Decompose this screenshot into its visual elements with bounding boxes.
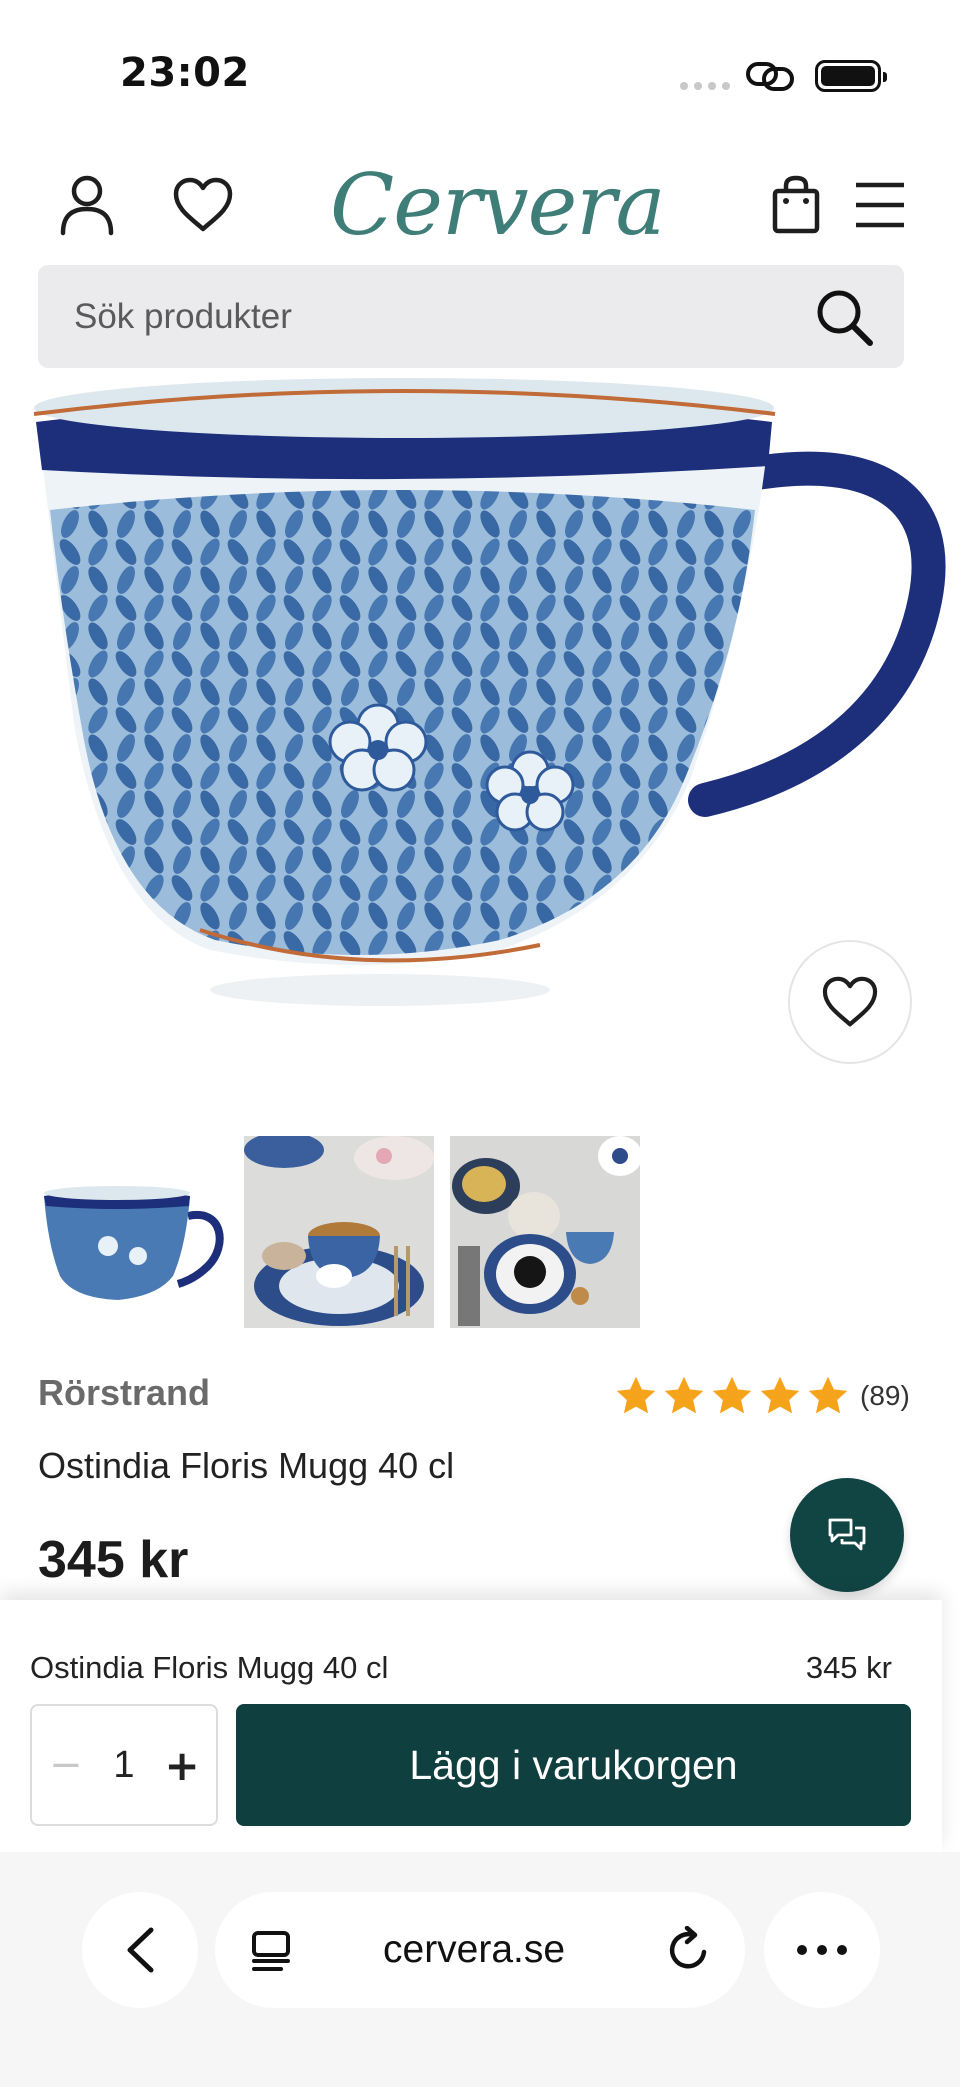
tabs-icon[interactable] — [251, 1930, 291, 1972]
add-to-cart-button[interactable]: Lägg i varukorgen — [236, 1704, 911, 1826]
star-icon — [616, 1376, 656, 1414]
sticky-product-price: 345 kr — [805, 1650, 892, 1685]
product-brand[interactable]: Rörstrand — [38, 1372, 210, 1414]
sticky-product-name: Ostindia Floris Mugg 40 cl — [30, 1650, 389, 1685]
url-text[interactable]: cervera.se — [383, 1928, 565, 1972]
back-button[interactable] — [82, 1892, 198, 2008]
account-icon[interactable] — [54, 170, 120, 240]
search-input[interactable] — [74, 265, 774, 368]
address-bar[interactable]: cervera.se — [215, 1892, 745, 2008]
more-options-button[interactable] — [764, 1892, 880, 2008]
thumbnail-gallery — [38, 1136, 640, 1328]
star-icon — [664, 1376, 704, 1414]
product-title: Ostindia Floris Mugg 40 cl — [38, 1445, 455, 1486]
link-icon — [746, 62, 794, 91]
decrease-quantity-button[interactable]: − — [46, 1742, 86, 1788]
cart-icon[interactable] — [768, 170, 824, 240]
status-bar: 23:02 — [0, 0, 960, 150]
reload-icon[interactable] — [667, 1926, 711, 1972]
ellipsis-icon — [797, 1945, 847, 1955]
cervera-logo[interactable]: Cervera — [330, 156, 666, 254]
quantity-value[interactable]: 1 — [113, 1744, 134, 1787]
thumbnail-mug[interactable] — [38, 1136, 228, 1328]
chevron-left-icon — [127, 1927, 154, 1973]
thumbnail-tea-setting[interactable] — [244, 1136, 434, 1328]
chat-icon — [828, 1518, 866, 1551]
star-icon — [760, 1376, 800, 1414]
wishlist-icon[interactable] — [170, 172, 236, 238]
product-price: 345 kr — [38, 1531, 189, 1589]
increase-quantity-button[interactable]: + — [162, 1741, 202, 1790]
status-time: 23:02 — [120, 50, 250, 96]
search-bar — [38, 265, 904, 368]
search-icon[interactable] — [812, 285, 876, 349]
browser-toolbar: cervera.se — [0, 1852, 960, 2087]
site-header: Cervera — [0, 150, 960, 260]
chat-button[interactable] — [790, 1478, 904, 1592]
sticky-add-to-cart: Ostindia Floris Mugg 40 cl 345 kr − 1 + … — [0, 1600, 942, 1852]
battery-icon — [815, 60, 887, 92]
star-icon — [808, 1376, 848, 1414]
thumbnail-breakfast-setting[interactable] — [450, 1136, 640, 1328]
star-icon — [712, 1376, 752, 1414]
signal-icon — [680, 82, 730, 90]
rating-count: (89) — [860, 1380, 910, 1411]
product-rating[interactable]: (89) — [614, 1374, 910, 1418]
add-to-wishlist-button[interactable] — [788, 940, 912, 1064]
quantity-stepper: − 1 + — [30, 1704, 218, 1826]
menu-icon[interactable] — [852, 176, 908, 234]
